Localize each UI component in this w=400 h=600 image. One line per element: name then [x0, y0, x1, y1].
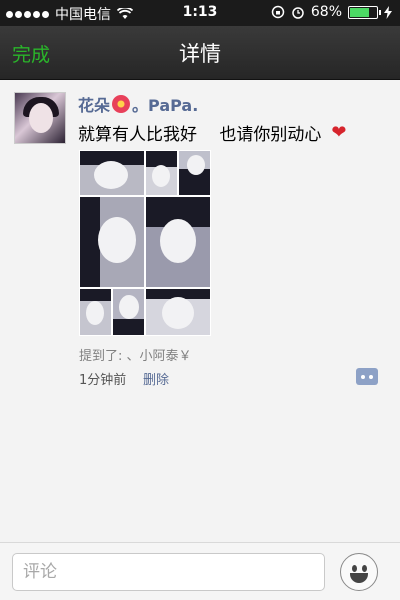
post-time: 1分钟前 — [79, 373, 127, 388]
collage-photo-1 — [80, 151, 144, 195]
post-text-content: 就算有人比我好 也请你别动心 — [78, 125, 322, 145]
emoji-icon[interactable] — [340, 553, 378, 591]
battery-level-fill — [350, 7, 370, 17]
battery-percent: 68% — [310, 4, 342, 20]
username-part1: 花朵 — [78, 96, 111, 115]
collage-photo-7 — [113, 289, 144, 335]
delete-link[interactable]: 删除 — [143, 369, 169, 388]
post-photo-collage[interactable] — [79, 150, 211, 336]
collage-photo-6 — [80, 289, 111, 335]
status-bar: 中国电信 1:13 68% — [0, 0, 400, 26]
navigation-bar: 完成 详情 — [0, 26, 400, 80]
mentioned-users: 提到了: 、小阿泰￥ — [79, 349, 192, 364]
alarm-icon — [292, 7, 304, 19]
comment-icon[interactable] — [356, 368, 378, 385]
collage-photo-3 — [179, 151, 210, 195]
charging-icon — [384, 5, 392, 19]
collage-photo-8 — [146, 289, 210, 335]
post-detail: 花朵 。PaPa. 就算有人比我好 也请你别动心 ❤ 提到了: 、小阿泰￥ 1分… — [0, 80, 400, 542]
post-text: 就算有人比我好 也请你别动心 ❤ — [78, 120, 347, 145]
rotation-lock-icon — [271, 5, 285, 19]
comment-input[interactable] — [12, 553, 325, 591]
flower-emoji-icon — [112, 95, 131, 113]
page-title: 详情 — [179, 42, 221, 66]
collage-photo-5 — [146, 197, 210, 287]
comment-bar — [0, 542, 400, 600]
username-part2: 。PaPa. — [132, 96, 199, 115]
collage-photo-4 — [80, 197, 144, 287]
username[interactable]: 花朵 。PaPa. — [78, 92, 198, 116]
battery-icon — [348, 5, 381, 19]
heart-icon: ❤ — [331, 122, 347, 143]
status-right: 68% — [271, 4, 392, 20]
collage-photo-2 — [146, 151, 177, 195]
avatar[interactable] — [14, 92, 66, 144]
